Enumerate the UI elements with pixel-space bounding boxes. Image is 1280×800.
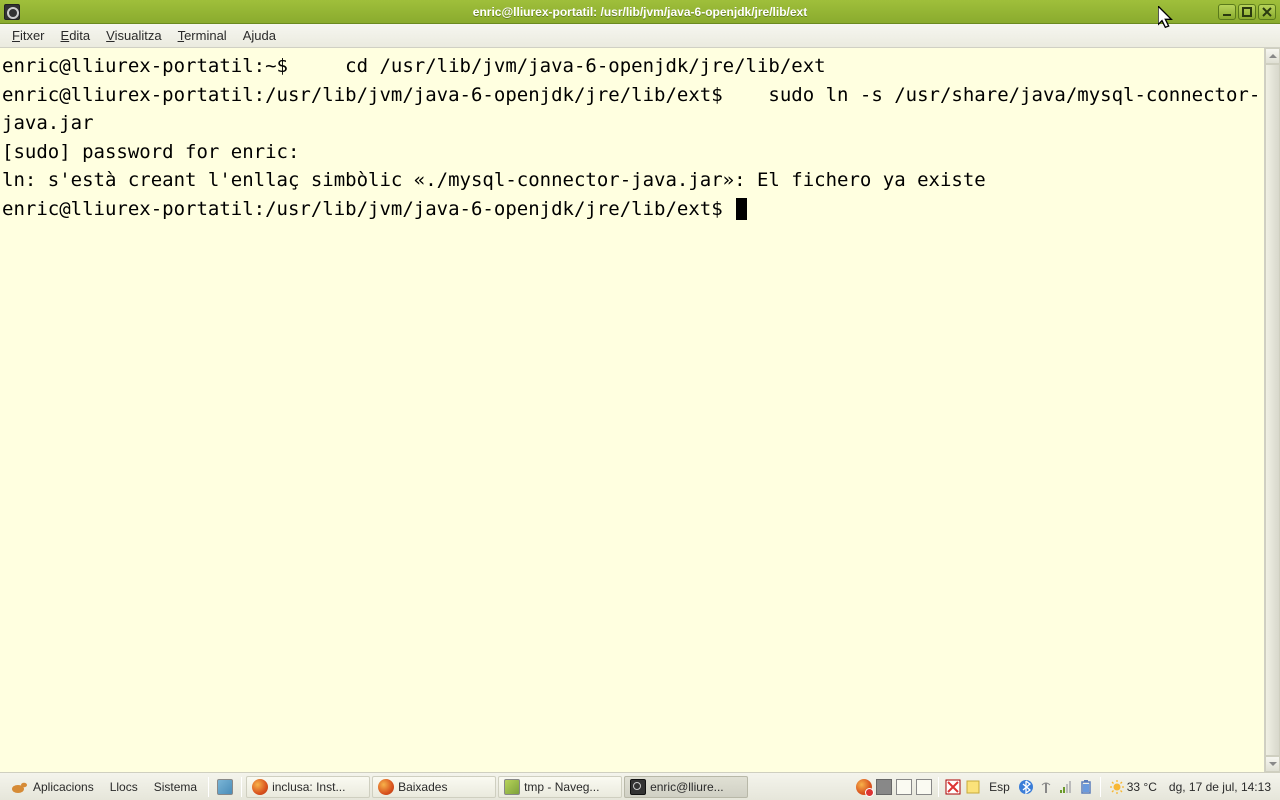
workspace-2-icon[interactable] (916, 779, 932, 795)
terminal-line: enric@lliurex-portatil:/usr/lib/jvm/java… (2, 84, 1260, 135)
menu-ajuda[interactable]: Ajuda (235, 26, 284, 45)
terminal-output[interactable]: enric@lliurex-portatil:~$ cd /usr/lib/jv… (0, 48, 1264, 772)
vertical-scrollbar[interactable] (1264, 48, 1280, 772)
terminal-icon (630, 779, 646, 795)
scroll-down-button[interactable] (1265, 756, 1280, 772)
panel-separator (208, 777, 209, 797)
firefox-icon (252, 779, 268, 795)
app-launcher-icon (217, 779, 233, 795)
network-icon[interactable] (1038, 779, 1054, 795)
minimize-icon (1222, 7, 1232, 17)
note-tray-icon[interactable] (965, 779, 981, 795)
battery-icon[interactable] (1078, 779, 1094, 795)
maximize-button[interactable] (1238, 4, 1256, 20)
window-title: enric@lliurex-portatil: /usr/lib/jvm/jav… (0, 5, 1280, 19)
menu-fitxer[interactable]: Fitxer (4, 26, 53, 45)
firefox-icon (378, 779, 394, 795)
menubar: Fitxer Edita Visualitza Terminal Ajuda (0, 24, 1280, 48)
bluetooth-icon[interactable] (1018, 779, 1034, 795)
update-error-icon[interactable] (945, 779, 961, 795)
wifi-signal-icon[interactable] (1058, 779, 1074, 795)
taskbar-item-baixades[interactable]: Baixades (372, 776, 496, 798)
menu-edita[interactable]: Edita (53, 26, 99, 45)
workspace-1-icon[interactable] (896, 779, 912, 795)
keyboard-indicator[interactable]: Esp (985, 779, 1014, 795)
terminal-line: [sudo] password for enric: (2, 141, 311, 163)
chevron-up-icon (1269, 52, 1277, 60)
desktop-panel: Aplicacions Llocs Sistema inclusa: Inst.… (0, 772, 1280, 800)
taskbar-item-tmp[interactable]: tmp - Naveg... (498, 776, 622, 798)
taskbar-item-inclusa[interactable]: inclusa: Inst... (246, 776, 370, 798)
system-menu[interactable]: Sistema (147, 777, 204, 797)
terminal-line: enric@lliurex-portatil:~$ cd /usr/lib/jv… (2, 55, 826, 77)
window-controls (1218, 4, 1276, 20)
places-menu[interactable]: Llocs (103, 777, 145, 797)
file-manager-icon (504, 779, 520, 795)
minimize-button[interactable] (1218, 4, 1236, 20)
menu-terminal[interactable]: Terminal (170, 26, 235, 45)
taskbar-item-terminal[interactable]: enric@lliure... (624, 776, 748, 798)
terminal-app-icon (4, 4, 20, 20)
terminal-line: enric@lliurex-portatil:/usr/lib/jvm/java… (2, 198, 734, 220)
clock-applet[interactable]: dg, 17 de jul, 14:13 (1164, 779, 1276, 795)
launcher-icon[interactable] (213, 776, 237, 798)
panel-separator (241, 777, 242, 797)
chevron-down-icon (1269, 760, 1277, 768)
panel-separator (1100, 777, 1101, 797)
weather-applet[interactable]: 33 °C (1107, 779, 1160, 795)
terminal-viewport: enric@lliurex-portatil:~$ cd /usr/lib/jv… (0, 48, 1280, 772)
scrollbar-track[interactable] (1265, 64, 1280, 756)
scrollbar-thumb[interactable] (1265, 64, 1280, 756)
panel-separator (938, 777, 939, 797)
terminal-line: ln: s'està creant l'enllaç simbòlic «./m… (2, 169, 986, 191)
desktop-switcher-icon[interactable] (876, 779, 892, 795)
close-button[interactable] (1258, 4, 1276, 20)
foot-logo-icon (11, 780, 29, 794)
maximize-icon (1242, 7, 1252, 17)
system-tray: Esp 33 °C dg, 17 de jul, 14:13 (856, 777, 1276, 797)
terminal-cursor (736, 198, 747, 220)
applications-menu[interactable]: Aplicacions (4, 777, 101, 797)
menu-visualitza[interactable]: Visualitza (98, 26, 169, 45)
close-icon (1262, 7, 1272, 17)
sun-icon (1110, 780, 1124, 794)
window-titlebar[interactable]: enric@lliurex-portatil: /usr/lib/jvm/jav… (0, 0, 1280, 24)
scroll-up-button[interactable] (1265, 48, 1280, 64)
firefox-tray-icon[interactable] (856, 779, 872, 795)
